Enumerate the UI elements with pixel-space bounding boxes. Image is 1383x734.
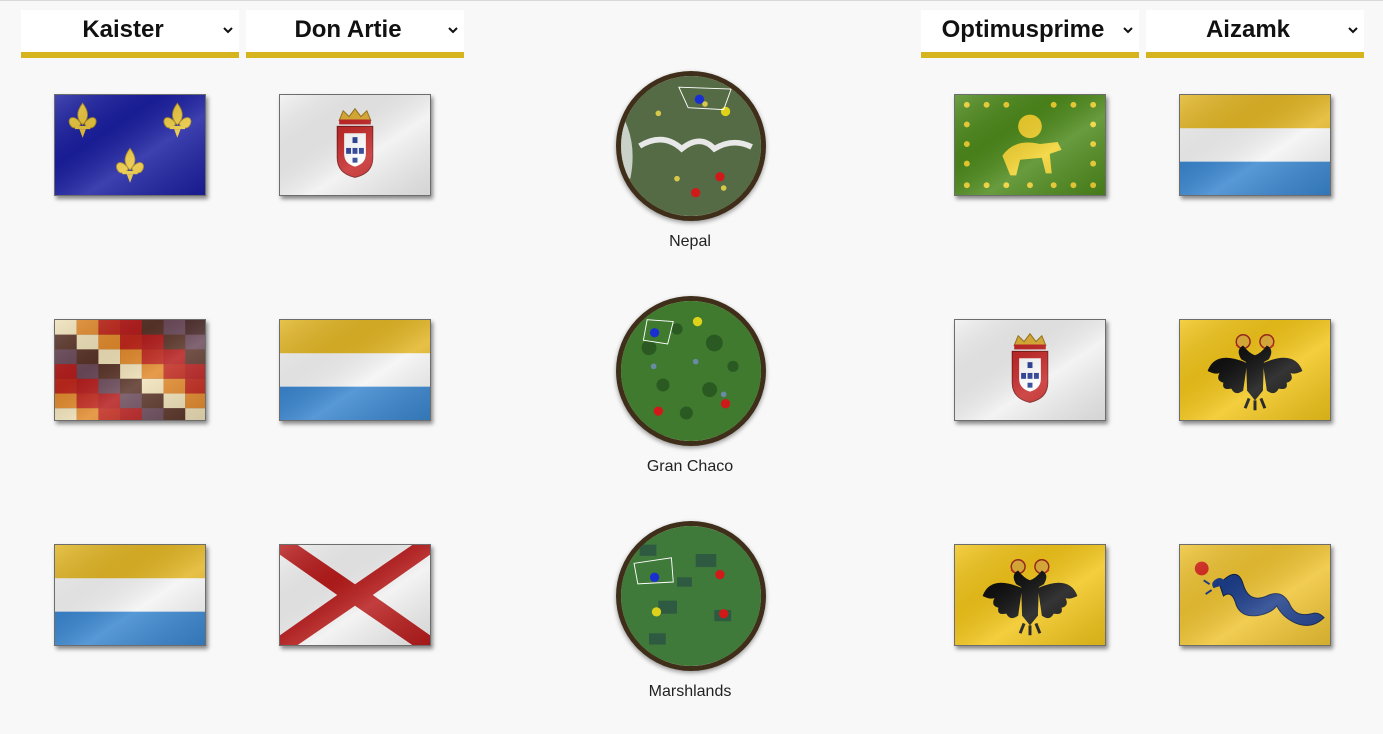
flag-inca[interactable]	[54, 319, 206, 421]
flag-united-provinces[interactable]	[1179, 94, 1331, 196]
player-name: Don Artie	[294, 16, 402, 43]
flag-united-provinces[interactable]	[279, 319, 431, 421]
map-name-label: Marshlands	[648, 683, 732, 700]
flag-france[interactable]	[54, 94, 206, 196]
flag-spain[interactable]	[279, 544, 431, 646]
player-select-kaister[interactable]: Kaister	[21, 10, 239, 58]
player-select-don-artie[interactable]: Don Artie	[246, 10, 464, 58]
map-nepal[interactable]	[616, 71, 766, 221]
map-minimap-icon	[621, 76, 761, 216]
united-provinces-flag-icon	[280, 320, 430, 420]
player-select-aizamk[interactable]: Aizamk	[1146, 10, 1364, 58]
inca-flag-icon	[55, 320, 205, 420]
chevron-down-icon	[1123, 27, 1133, 34]
player-name: Optimusprime	[941, 16, 1105, 43]
chevron-down-icon	[448, 27, 458, 34]
flag-holy-roman-empire[interactable]	[1179, 319, 1331, 421]
map-minimap-icon	[621, 301, 761, 441]
chevron-down-icon	[1348, 27, 1358, 34]
portugal-flag-icon	[955, 320, 1105, 420]
united-provinces-flag-icon	[55, 545, 205, 645]
flag-united-provinces[interactable]	[54, 544, 206, 646]
map-gran-chaco[interactable]	[616, 296, 766, 446]
portugal-flag-icon	[280, 95, 430, 195]
flag-portugal[interactable]	[954, 319, 1106, 421]
map-name-label: Gran Chaco	[646, 458, 734, 475]
flag-portugal[interactable]	[279, 94, 431, 196]
united-provinces-flag-icon	[1180, 95, 1330, 195]
player-select-optimusprime[interactable]: Optimusprime	[921, 10, 1139, 58]
flag-china[interactable]	[1179, 544, 1331, 646]
hre-flag-icon	[955, 545, 1105, 645]
hre-flag-icon	[1180, 320, 1330, 420]
player-name: Aizamk	[1205, 16, 1291, 43]
map-name-label: Nepal	[669, 233, 711, 250]
map-minimap-icon	[621, 526, 761, 666]
persia-flag-icon	[955, 95, 1105, 195]
chevron-down-icon	[223, 27, 233, 34]
flag-persia[interactable]	[954, 94, 1106, 196]
spain-flag-icon	[280, 545, 430, 645]
player-name: Kaister	[82, 16, 164, 43]
china-dragon-flag-icon	[1180, 545, 1330, 645]
france-flag-icon	[55, 95, 205, 195]
flag-holy-roman-empire[interactable]	[954, 544, 1106, 646]
map-marshlands[interactable]	[616, 521, 766, 671]
